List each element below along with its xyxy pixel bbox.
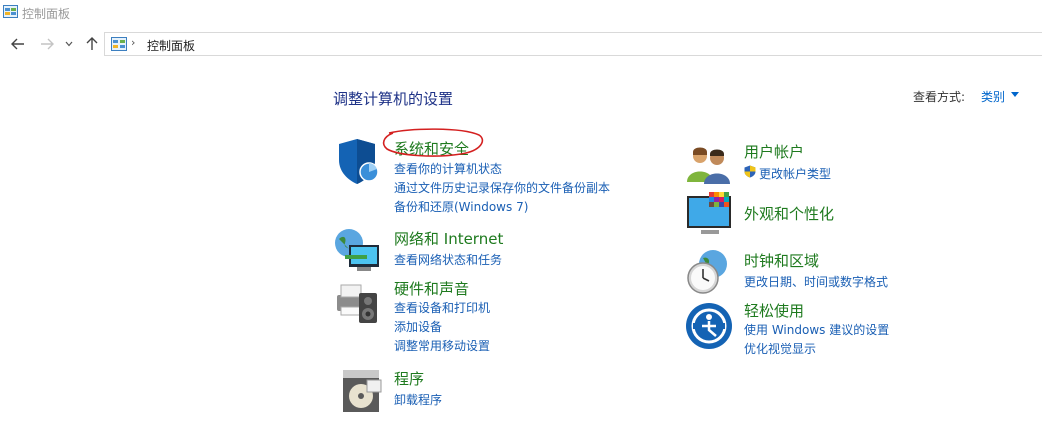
- shield-icon[interactable]: [333, 138, 381, 186]
- page-title: 调整计算机的设置: [333, 90, 454, 108]
- link-change-account-type[interactable]: 更改帐户类型: [759, 165, 831, 182]
- control-panel-icon: [111, 37, 127, 51]
- link-file-history-backup[interactable]: 通过文件历史记录保存你的文件备份副本: [394, 179, 610, 196]
- control-panel-icon: [3, 5, 18, 18]
- chevron-down-icon: [65, 41, 73, 47]
- category-programs[interactable]: 程序: [394, 368, 424, 389]
- category-clock-region[interactable]: 时钟和区域: [744, 250, 819, 271]
- category-appearance-personalization[interactable]: 外观和个性化: [744, 203, 834, 224]
- back-button[interactable]: [8, 34, 28, 54]
- link-network-status[interactable]: 查看网络状态和任务: [394, 251, 502, 268]
- ease-of-access-icon[interactable]: [685, 302, 733, 350]
- dropdown-arrow-icon[interactable]: [1011, 92, 1019, 97]
- category-hardware-sound[interactable]: 硬件和声音: [394, 278, 469, 299]
- recent-locations-button[interactable]: [62, 34, 76, 54]
- annotation-ellipse: [382, 128, 484, 157]
- uac-shield-icon: [744, 165, 756, 178]
- link-windows-recommended-settings[interactable]: 使用 Windows 建议的设置: [744, 321, 889, 338]
- category-user-accounts[interactable]: 用户帐户: [744, 141, 804, 162]
- monitor-palette-icon[interactable]: [685, 190, 733, 238]
- link-optimize-visual-display[interactable]: 优化视觉显示: [744, 340, 816, 357]
- link-uninstall-program[interactable]: 卸载程序: [394, 391, 442, 408]
- clock-globe-icon[interactable]: [685, 248, 733, 296]
- link-backup-restore[interactable]: 备份和还原(Windows 7): [394, 198, 528, 215]
- link-view-computer-status[interactable]: 查看你的计算机状态: [394, 160, 502, 177]
- forward-arrow-icon: [41, 38, 54, 50]
- up-button[interactable]: [82, 34, 102, 54]
- link-devices-printers[interactable]: 查看设备和打印机: [394, 299, 490, 316]
- breadcrumb-separator[interactable]: ›: [131, 36, 135, 49]
- link-add-device[interactable]: 添加设备: [394, 318, 442, 335]
- category-network-internet[interactable]: 网络和 Internet: [394, 228, 503, 249]
- back-arrow-icon: [11, 38, 24, 50]
- programs-disc-icon[interactable]: [339, 366, 387, 414]
- view-by-dropdown[interactable]: 类别: [981, 88, 1005, 105]
- network-globe-icon[interactable]: [333, 225, 381, 273]
- view-by-label: 查看方式:: [913, 90, 966, 104]
- breadcrumb-control-panel[interactable]: 控制面板: [147, 37, 195, 54]
- printer-speaker-icon[interactable]: [333, 277, 381, 325]
- window-title: 控制面板: [22, 7, 71, 21]
- category-ease-of-access[interactable]: 轻松使用: [744, 300, 804, 321]
- forward-button[interactable]: [37, 34, 57, 54]
- title-bar: 控制面板: [0, 0, 1042, 26]
- address-bar[interactable]: › 控制面板: [104, 32, 1042, 56]
- up-arrow-icon: [86, 37, 98, 50]
- link-mobility-settings[interactable]: 调整常用移动设置: [394, 337, 490, 354]
- users-icon[interactable]: [685, 140, 733, 188]
- link-change-date-time-format[interactable]: 更改日期、时间或数字格式: [744, 273, 888, 290]
